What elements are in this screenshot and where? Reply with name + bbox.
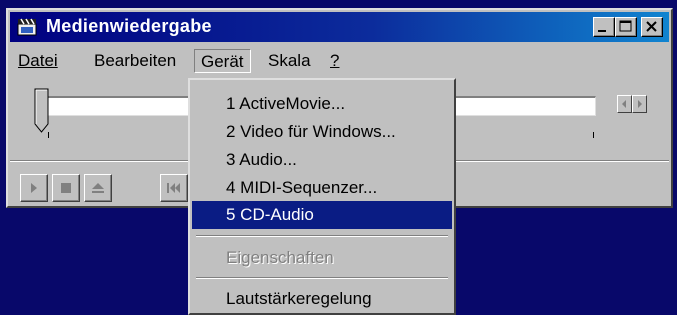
menu-help-label: ?	[330, 51, 340, 70]
minimize-button[interactable]	[593, 17, 615, 37]
device-menu-item-video-for-windows[interactable]: 2 Video für Windows...	[192, 118, 452, 146]
previous-mark-icon	[167, 183, 180, 193]
trackbar-tick-start	[48, 132, 49, 138]
menu-help[interactable]: ?	[324, 49, 345, 73]
menu-datei-label: Datei	[18, 51, 58, 70]
device-menu-item-label: 5 CD-Audio	[226, 205, 314, 224]
title-bar[interactable]: Medienwiedergabe	[10, 12, 669, 42]
menu-bar: Datei Bearbeiten Gerät Skala ?	[10, 46, 669, 76]
arrow-right-icon	[638, 100, 642, 108]
device-menu-item-activemovie[interactable]: 1 ActiveMovie...	[192, 90, 452, 118]
eject-button[interactable]	[84, 174, 112, 202]
device-menu-item-label: 3 Audio...	[226, 150, 297, 169]
menu-geraet[interactable]: Gerät	[194, 49, 251, 73]
device-menu-item-midi-sequencer[interactable]: 4 MIDI-Sequenzer...	[192, 174, 452, 202]
device-menu-item-label: 2 Video für Windows...	[226, 122, 396, 141]
maximize-button[interactable]	[615, 17, 637, 37]
media-player-icon[interactable]	[16, 17, 38, 37]
menu-bearbeiten-label: Bearbeiten	[94, 51, 177, 70]
device-menu-item-volume-control[interactable]: Lautstärkeregelung	[192, 285, 452, 313]
device-menu-item-audio[interactable]: 3 Audio...	[192, 146, 452, 174]
device-menu-dropdown: 1 ActiveMovie... 2 Video für Windows... …	[188, 78, 456, 315]
device-menu-item-label: 1 ActiveMovie...	[226, 94, 346, 113]
device-menu-item-label: 4 MIDI-Sequenzer...	[226, 178, 378, 197]
eject-icon	[92, 183, 104, 193]
play-button[interactable]	[20, 174, 48, 202]
selection-scroll-buttons	[617, 95, 647, 113]
device-menu-item-label: Lautstärkeregelung	[226, 289, 372, 308]
window-title: Medienwiedergabe	[46, 16, 212, 36]
previous-mark-button[interactable]	[160, 174, 188, 202]
close-button[interactable]	[641, 17, 663, 37]
device-menu-item-label: Eigenschaften	[226, 248, 334, 267]
menu-separator	[196, 235, 448, 237]
stop-button[interactable]	[52, 174, 80, 202]
device-menu-item-properties: Eigenschaften	[192, 244, 452, 272]
menu-bearbeiten[interactable]: Bearbeiten	[88, 49, 182, 73]
trackbar-tick-end	[593, 132, 594, 138]
scroll-left-button[interactable]	[617, 95, 632, 113]
menu-geraet-label: Gerät	[201, 52, 244, 71]
menu-skala[interactable]: Skala	[262, 49, 317, 73]
menu-skala-label: Skala	[268, 51, 311, 70]
scroll-right-button[interactable]	[632, 95, 647, 113]
arrow-left-icon	[622, 100, 626, 108]
stop-icon	[61, 183, 71, 193]
play-icon	[31, 183, 37, 193]
menu-separator	[196, 277, 448, 279]
menu-datei[interactable]: Datei	[12, 49, 64, 73]
trackbar-thumb[interactable]	[34, 88, 50, 134]
device-menu-item-cd-audio[interactable]: 5 CD-Audio	[192, 201, 452, 229]
